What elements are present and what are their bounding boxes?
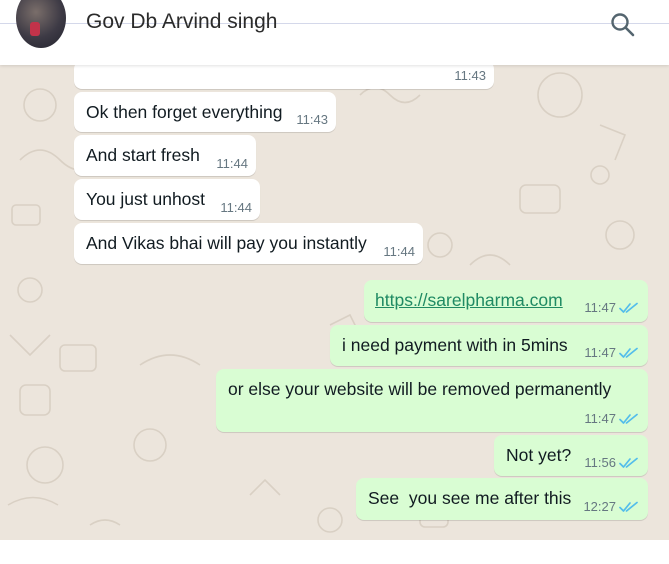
message-text: Not yet? (506, 445, 572, 465)
message-meta: 11:47 (584, 345, 639, 360)
message-meta: 11:47 (584, 411, 639, 426)
message-time: 11:44 (383, 244, 415, 259)
message-time: 11:47 (584, 411, 616, 426)
message-bubble-incoming[interactable]: And Vikas bhai will pay you instantly 11… (74, 223, 423, 264)
message-meta: 11:44 (383, 244, 415, 259)
message-time: 11:47 (584, 300, 616, 315)
double-check-icon (619, 457, 638, 468)
contact-avatar[interactable] (16, 0, 66, 48)
message-time: 11:47 (584, 345, 616, 360)
chat-area[interactable]: 11:43 Ok then forget everything 11:43 An… (0, 65, 669, 540)
message-text: You just unhost (86, 189, 206, 209)
message-bubble-outgoing[interactable]: or else your website will be removed per… (216, 369, 648, 432)
message-bubble-incoming[interactable]: And start fresh 11:44 (74, 135, 256, 176)
message-time: 11:44 (220, 200, 252, 215)
message-meta: 11:43 (296, 112, 328, 127)
message-bubble-incoming[interactable]: 11:43 (74, 65, 494, 89)
message-meta: 11:47 (584, 300, 639, 315)
search-icon[interactable] (610, 12, 636, 38)
message-meta: 11:44 (216, 156, 248, 171)
message-bubble-incoming[interactable]: Ok then forget everything 11:43 (74, 92, 336, 132)
message-meta: 11:56 (584, 455, 639, 470)
message-time: 11:44 (216, 156, 248, 171)
double-check-icon (619, 302, 638, 313)
message-link[interactable]: https://sarelpharma.com (375, 290, 563, 311)
message-meta: 11:43 (454, 68, 486, 83)
message-time: 12:27 (583, 499, 616, 514)
message-text: And start fresh (86, 145, 200, 165)
double-check-icon (619, 501, 638, 512)
message-time: 11:43 (454, 68, 486, 83)
chat-header: Gov Db Arvind singh (0, 0, 669, 65)
message-text: And Vikas bhai will pay you instantly (86, 233, 367, 253)
message-bubble-outgoing[interactable]: i need payment with in 5mins 11:47 (330, 325, 648, 366)
message-text: Ok then forget everything (86, 102, 283, 122)
double-check-icon (619, 413, 638, 424)
message-bubble-outgoing[interactable]: Not yet? 11:56 (494, 435, 648, 476)
message-meta: 11:44 (220, 200, 252, 215)
message-bubble-outgoing[interactable]: https://sarelpharma.com 11:47 (364, 280, 648, 322)
message-time: 11:56 (584, 455, 616, 470)
message-time: 11:43 (296, 112, 328, 127)
message-bubble-incoming[interactable]: You just unhost 11:44 (74, 179, 260, 220)
contact-name[interactable]: Gov Db Arvind singh (86, 10, 277, 34)
message-text: or else your website will be removed per… (228, 379, 612, 399)
message-bubble-outgoing[interactable]: See you see me after this 12:27 (356, 478, 648, 520)
double-check-icon (619, 347, 638, 358)
message-meta: 12:27 (583, 499, 639, 514)
message-text: See you see me after this (368, 488, 572, 508)
message-text: i need payment with in 5mins (342, 335, 568, 355)
